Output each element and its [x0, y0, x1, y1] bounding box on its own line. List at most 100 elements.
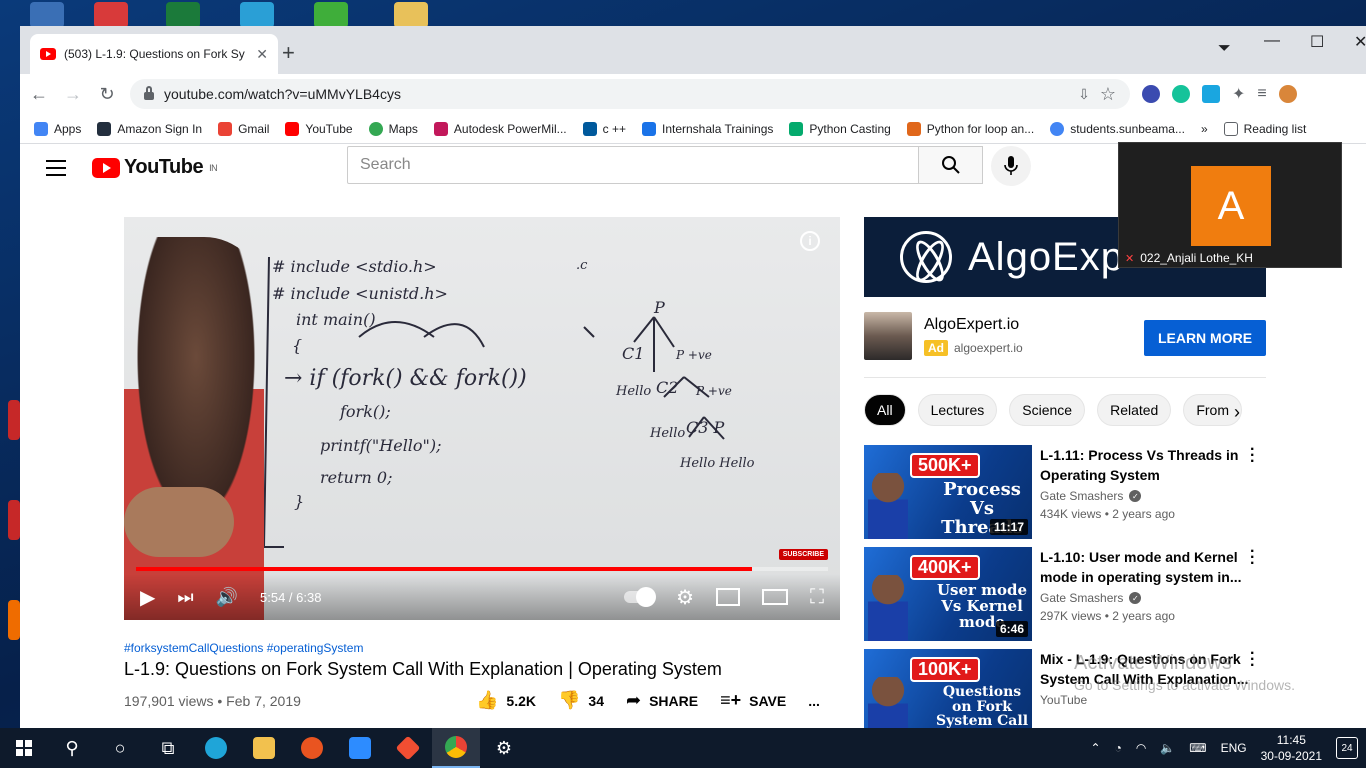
meeting-participant-tile[interactable]: A ✕ 022_Anjali Lothe_KH	[1118, 142, 1342, 268]
ubuntu-icon[interactable]	[288, 728, 336, 768]
like-button[interactable]: 👍 5.2K	[476, 690, 536, 711]
bookmark-apps[interactable]: Apps	[34, 121, 81, 136]
extension-v-icon[interactable]	[1202, 85, 1220, 103]
zoom-icon[interactable]	[336, 728, 384, 768]
desktop-icon[interactable]	[240, 2, 274, 28]
back-icon[interactable]: ←	[28, 84, 50, 105]
recommendation-item[interactable]: 400K+ User mode Vs Kernel mode 6:46 L-1.…	[864, 544, 1284, 641]
recommendation-title[interactable]: L-1.11: Process Vs Threads in Operating …	[1040, 445, 1250, 485]
chip-science[interactable]: Science	[1009, 394, 1086, 426]
save-button[interactable]: ≡+ SAVE	[720, 690, 786, 711]
settings-gear-icon[interactable]: ⚙	[676, 585, 694, 610]
language-indicator[interactable]: ENG	[1221, 741, 1247, 755]
settings-icon[interactable]: ⚙	[480, 728, 528, 768]
subscribe-watermark[interactable]: SUBSCRIBE	[778, 549, 828, 560]
clock[interactable]: 11:45 30-09-2021	[1261, 732, 1322, 764]
tab-search-icon[interactable]: ⏷	[1218, 40, 1231, 58]
bookmark-sunbeam[interactable]: students.sunbeama...	[1050, 121, 1185, 136]
desktop-icon[interactable]	[8, 600, 20, 640]
extensions-puzzle-icon[interactable]: ✦	[1232, 84, 1245, 104]
bookmark-python-casting[interactable]: Python Casting	[789, 121, 891, 136]
close-window-icon[interactable]: ✕	[1354, 32, 1366, 52]
forward-icon[interactable]: →	[62, 84, 84, 105]
bookmark-gmail[interactable]: Gmail	[218, 121, 269, 136]
chevron-right-icon[interactable]: ›	[1234, 402, 1240, 423]
desktop-icon[interactable]	[30, 2, 64, 28]
bookmark-amazon[interactable]: Amazon Sign In	[97, 121, 202, 136]
more-vert-icon[interactable]: · · ·	[1250, 442, 1256, 470]
desktop-icon[interactable]	[394, 2, 428, 28]
bookmark-youtube[interactable]: YouTube	[285, 121, 353, 136]
chip-related[interactable]: Related	[1097, 394, 1172, 426]
bookmark-cpp[interactable]: c ++	[582, 121, 626, 136]
learn-more-button[interactable]: LEARN MORE	[1144, 320, 1266, 356]
more-actions-button[interactable]: ...	[808, 693, 820, 709]
fullscreen-icon[interactable]: ⛶	[810, 586, 824, 609]
desktop-icon[interactable]	[166, 2, 200, 28]
cortana-icon[interactable]: ○	[96, 728, 144, 768]
desktop-icon[interactable]	[314, 2, 348, 28]
youtube-logo[interactable]: YouTube IN	[92, 156, 218, 179]
bookmark-internshala[interactable]: Internshala Trainings	[642, 121, 773, 136]
git-icon[interactable]	[384, 728, 432, 768]
chip-lectures[interactable]: Lectures	[917, 394, 998, 426]
desktop-icon[interactable]	[94, 2, 128, 28]
video-hashtags[interactable]: #forksystemCallQuestions #operatingSyste…	[124, 641, 363, 655]
maximize-icon[interactable]: ☐	[1310, 32, 1324, 52]
ad-avatar[interactable]	[864, 312, 912, 360]
bookmark-maps[interactable]: Maps	[368, 121, 418, 136]
search-input[interactable]: Search	[347, 146, 919, 184]
file-explorer-icon[interactable]	[240, 728, 288, 768]
new-tab-button[interactable]: +	[282, 40, 295, 66]
more-vert-icon[interactable]: · · ·	[1250, 544, 1256, 572]
recommendation-item[interactable]: 500K+ Process Vs Threads 11:17 L-1.11: P…	[864, 442, 1284, 539]
keyboard-icon[interactable]: ⌨	[1189, 741, 1206, 755]
recommendation-thumbnail[interactable]: 500K+ Process Vs Threads 11:17	[864, 445, 1032, 539]
close-tab-icon[interactable]: ✕	[256, 46, 268, 63]
progress-bar[interactable]	[136, 567, 828, 571]
share-button[interactable]: ➦ SHARE	[626, 690, 698, 711]
menu-icon[interactable]	[46, 160, 66, 181]
notification-center-icon[interactable]: 24	[1336, 737, 1358, 759]
media-control-icon[interactable]: ≡	[1257, 85, 1266, 103]
grammarly-icon[interactable]	[1172, 85, 1190, 103]
video-player[interactable]: # include <stdio.h> # include <unistd.h>…	[124, 217, 840, 620]
voice-search-button[interactable]	[991, 146, 1031, 186]
task-view-icon[interactable]: ⧉	[144, 728, 192, 768]
autoplay-toggle-icon[interactable]	[624, 587, 657, 607]
recommendation-title[interactable]: L-1.10: User mode and Kernel mode in ope…	[1040, 547, 1250, 587]
chip-all[interactable]: All	[864, 394, 906, 426]
bookmark-python-loop[interactable]: Python for loop an...	[906, 121, 1034, 136]
volume-icon[interactable]: 🔊	[216, 587, 238, 608]
volume-tray-icon[interactable]: 🔈	[1160, 741, 1175, 755]
recommendation-channel[interactable]: Gate Smashers ✓	[1040, 489, 1142, 503]
bookmark-star-icon[interactable]: ☆	[1100, 84, 1116, 105]
search-button[interactable]	[919, 146, 983, 184]
browser-tab[interactable]: (503) L-1.9: Questions on Fork Sy ✕	[30, 34, 278, 74]
next-video-icon[interactable]: ⏭	[177, 587, 193, 608]
desktop-icon[interactable]	[8, 400, 20, 440]
reading-list-button[interactable]: Reading list	[1223, 121, 1306, 136]
chrome-icon[interactable]	[432, 728, 480, 768]
chevron-up-icon[interactable]: ⌃	[1091, 741, 1101, 755]
network-icon[interactable]: ◔	[1115, 741, 1122, 755]
wifi-icon[interactable]: ◠	[1136, 741, 1146, 755]
dislike-button[interactable]: 👎 34	[558, 690, 604, 711]
bookmark-autodesk[interactable]: Autodesk PowerMil...	[433, 121, 567, 136]
profile-avatar[interactable]	[1278, 85, 1297, 103]
play-icon[interactable]: ▶	[140, 585, 155, 610]
recommendation-thumbnail[interactable]: 100K+ Questions on Fork System Call	[864, 649, 1032, 728]
address-bar[interactable]: youtube.com/watch?v=uMMvYLB4cys ⇩ ☆	[130, 79, 1130, 109]
install-app-icon[interactable]: ⇩	[1078, 86, 1090, 103]
extension-k-icon[interactable]	[1142, 85, 1160, 103]
minimize-icon[interactable]: —	[1264, 32, 1280, 50]
miniplayer-icon[interactable]	[716, 588, 740, 606]
recommendation-thumbnail[interactable]: 400K+ User mode Vs Kernel mode 6:46	[864, 547, 1032, 641]
search-taskbar-icon[interactable]: ⚲	[48, 728, 96, 768]
bookmarks-overflow-button[interactable]: »	[1201, 122, 1208, 136]
edge-icon[interactable]	[192, 728, 240, 768]
reload-icon[interactable]: ↻	[96, 84, 118, 105]
recommendation-channel[interactable]: Gate Smashers ✓	[1040, 591, 1142, 605]
desktop-icon[interactable]	[8, 500, 20, 540]
start-button[interactable]	[0, 728, 48, 768]
